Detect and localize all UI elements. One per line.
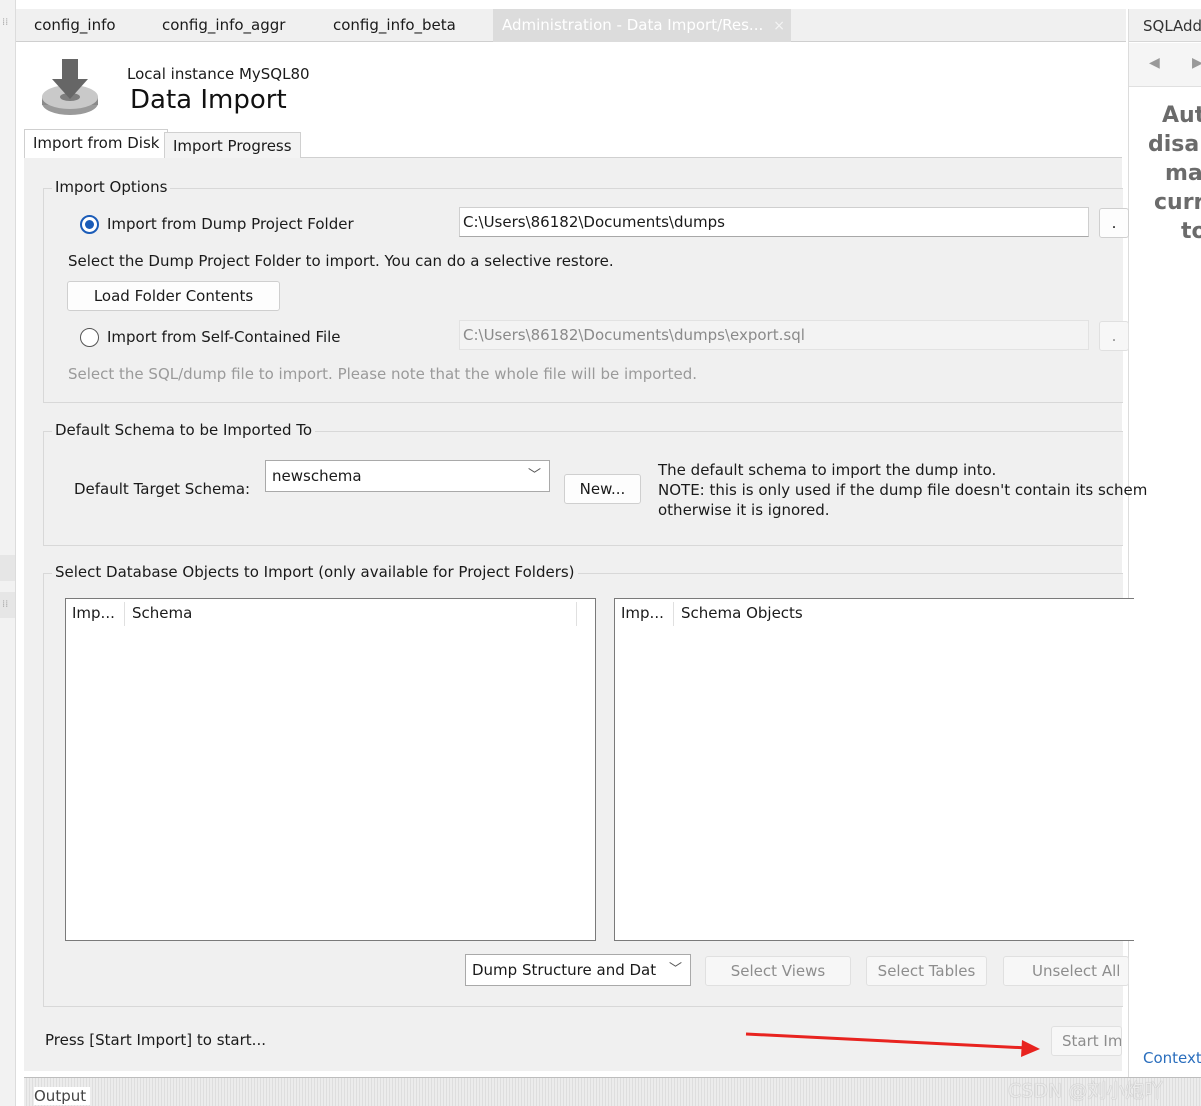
database-objects-group: Select Database Objects to Import (only … [43,563,1134,1007]
help-line: ma [1165,161,1201,186]
column-header-import[interactable]: Imp... [66,599,115,627]
schema-list[interactable]: Imp... Schema [65,598,596,941]
default-schema-select[interactable]: newschema ﹀ [265,460,550,492]
panel-title: SQLAdd [1143,17,1201,35]
tab-config-info[interactable]: config_info [28,9,122,42]
tab-label: config_info_aggr [162,16,286,34]
group-title: Default Schema to be Imported To [52,421,316,439]
load-folder-contents-button[interactable]: Load Folder Contents [67,281,280,311]
group-title: Import Options [52,178,171,196]
data-import-page: Local instance MySQL80 Data Import Impor… [16,43,1147,1073]
import-from-disk-panel: Import Options Import from Dump Project … [24,157,1147,1071]
gutter-block [0,555,15,581]
column-header-schema[interactable]: Schema [126,599,192,627]
browse-file-button[interactable]: . [1099,321,1129,351]
tab-label: Administration - Data Import/Res... [502,16,764,34]
watermark: CSDN @刘小炮吖 [1008,1080,1164,1102]
left-gutter: ⁞⁞ ⁞⁞ [0,0,16,1106]
tab-label: config_info_beta [333,16,456,34]
column-header-import[interactable]: Imp... [615,599,664,627]
schema-note-line: The default schema to import the dump in… [658,461,997,479]
start-import-button[interactable]: Start Im [1051,1026,1122,1056]
self-contained-label: Import from Self-Contained File [107,328,341,346]
status-text: Press [Start Import] to start... [45,1031,266,1049]
column-separator [124,602,125,626]
column-header-schema-objects[interactable]: Schema Objects [675,599,803,627]
tab-administration-data-import[interactable]: Administration - Data Import/Res... × [493,9,791,42]
help-line: curr [1154,190,1201,215]
self-contained-path-input[interactable]: C:\Users\86182\Documents\dumps\export.sq… [459,320,1089,350]
download-disk-icon [42,59,98,115]
page-title: Data Import [130,85,287,115]
column-separator [673,602,674,626]
select-views-button[interactable]: Select Views [705,956,851,986]
context-help-link[interactable]: Context [1143,1049,1201,1067]
default-schema-group: Default Schema to be Imported To Default… [43,421,1147,546]
tab-import-progress[interactable]: Import Progress [164,132,301,158]
unselect-all-button[interactable]: Unselect All [1003,956,1129,986]
dump-folder-radio[interactable] [80,215,99,234]
self-contained-radio[interactable] [80,328,99,347]
group-title: Select Database Objects to Import (only … [52,563,578,581]
self-contained-hint: Select the SQL/dump file to import. Plea… [68,365,698,383]
dump-type-select[interactable]: Dump Structure and Dat ﹀ [465,954,691,986]
schema-note-line: otherwise it is ignored. [658,501,830,519]
browse-folder-button[interactable]: . [1099,208,1129,238]
tab-label: config_info [34,16,116,34]
selected-value: Dump Structure and Dat [472,961,657,979]
chevron-down-icon: ﹀ [527,468,541,483]
new-schema-button[interactable]: New... [564,474,641,504]
tab-label: Import Progress [173,137,292,155]
schema-objects-list[interactable]: Imp... Schema Objects [614,598,1134,941]
import-options-group: Import Options Import from Dump Project … [43,178,1129,403]
panel-title-bar: SQLAdd [1129,9,1201,42]
output-label: Output [34,1087,91,1105]
tab-config-info-aggr[interactable]: config_info_aggr [156,9,291,42]
sql-additions-panel: SQLAdd ◀ ▶ Aut disal ma curr to Context [1128,9,1201,1079]
schema-note-line: NOTE: this is only used if the dump file… [658,481,1148,499]
annotation-arrow [745,1032,1040,1057]
column-separator [576,602,577,626]
grip-icon: ⁞⁞ [2,599,9,610]
help-line: disal [1148,132,1201,157]
selected-value: newschema [272,467,362,485]
help-line: Aut [1162,103,1201,128]
chevron-down-icon: ﹀ [668,962,682,977]
grip-icon: ⁞⁞ [2,17,9,28]
help-line: to [1181,219,1201,244]
tab-import-from-disk[interactable]: Import from Disk [24,129,169,158]
editor-tab-strip: config_info config_info_aggr config_info… [16,9,1126,42]
dump-folder-path-input[interactable]: C:\Users\86182\Documents\dumps [459,207,1089,237]
forward-arrow-icon[interactable]: ▶ [1192,55,1201,71]
dump-folder-hint: Select the Dump Project Folder to import… [68,252,614,270]
close-icon[interactable]: × [773,10,785,42]
tab-config-info-beta[interactable]: config_info_beta [327,9,462,42]
panel-nav: ◀ ▶ [1129,43,1201,87]
default-target-schema-label: Default Target Schema: [74,480,251,498]
select-tables-button[interactable]: Select Tables [866,956,987,986]
tab-label: Import from Disk [33,134,160,152]
instance-label: Local instance MySQL80 [127,65,310,83]
back-arrow-icon[interactable]: ◀ [1149,55,1160,71]
dump-folder-label: Import from Dump Project Folder [107,215,354,233]
